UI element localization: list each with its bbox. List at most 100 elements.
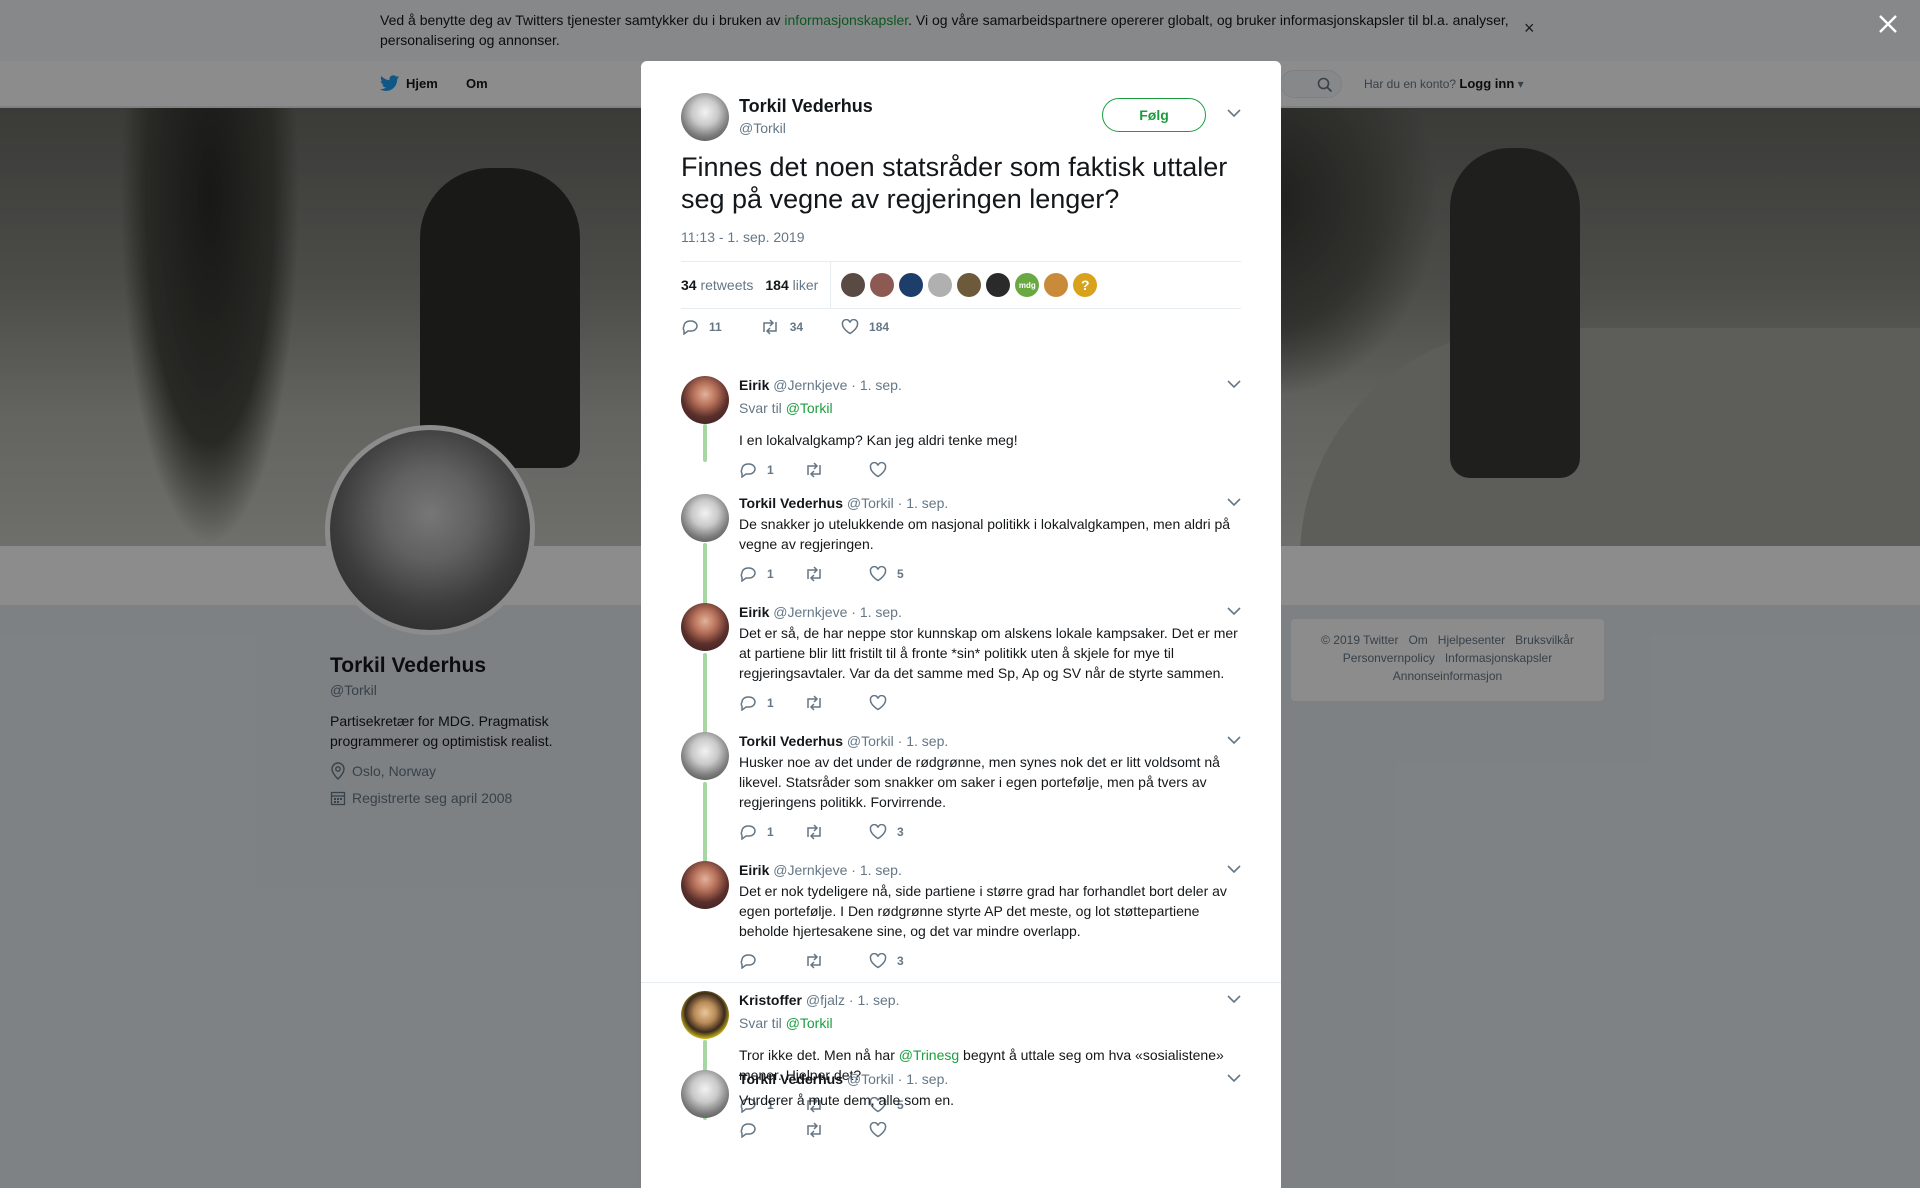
liker-avatar[interactable] bbox=[957, 273, 982, 297]
liker-avatar[interactable]: ? bbox=[1073, 273, 1098, 297]
liker-avatar[interactable] bbox=[986, 273, 1011, 297]
like-action[interactable]: 184 bbox=[841, 319, 889, 335]
like-action[interactable]: 3 bbox=[869, 824, 934, 840]
likes-stat[interactable]: 184 liker bbox=[765, 277, 818, 293]
reply-author-name[interactable]: Torkil Vederhus bbox=[739, 733, 843, 749]
liker-avatar[interactable] bbox=[899, 273, 924, 297]
reply-author-handle[interactable]: @Torkil bbox=[847, 495, 894, 511]
retweet-stat[interactable]: 34 retweets bbox=[681, 277, 753, 293]
reply-author-name[interactable]: Eirik bbox=[739, 862, 769, 878]
reply-icon bbox=[739, 566, 757, 582]
reply-to-label: Svar til bbox=[739, 1015, 782, 1031]
reply-menu-button[interactable] bbox=[1226, 993, 1242, 1005]
reply-action[interactable] bbox=[739, 953, 804, 969]
reply-actions: 1 3 bbox=[739, 824, 1239, 840]
tweet-timestamp[interactable]: 11:13 - 1. sep. 2019 bbox=[681, 229, 805, 245]
reply-date[interactable]: · 1. sep. bbox=[851, 862, 902, 878]
liker-avatar[interactable] bbox=[870, 273, 895, 297]
like-action[interactable] bbox=[869, 1122, 934, 1138]
reply-header: Eirik @Jernkjeve · 1. sep. bbox=[739, 603, 1239, 621]
retweet-icon bbox=[804, 953, 824, 969]
reply-date[interactable]: · 1. sep. bbox=[851, 377, 902, 393]
reply-author-handle[interactable]: @Torkil bbox=[847, 733, 894, 749]
mention-link[interactable]: @Trinesg bbox=[899, 1047, 959, 1063]
liker-avatar[interactable] bbox=[1044, 273, 1069, 297]
reply-to-mention[interactable]: @Torkil bbox=[786, 400, 833, 416]
reply-actions: 3 bbox=[739, 953, 1239, 969]
reply-to-mention[interactable]: @Torkil bbox=[786, 1015, 833, 1031]
thread-connector bbox=[703, 782, 707, 863]
tweet-menu-button[interactable] bbox=[1226, 107, 1242, 119]
avatar[interactable] bbox=[681, 732, 729, 780]
tweet-author-name[interactable]: Torkil Vederhus bbox=[739, 96, 873, 117]
reply-text: Det er så, de har neppe stor kunnskap om… bbox=[739, 625, 1238, 681]
conversation-divider bbox=[641, 982, 1281, 983]
tweet-author-handle[interactable]: @Torkil bbox=[739, 120, 873, 136]
reply-menu-button[interactable] bbox=[1226, 1072, 1242, 1084]
reply-author-name[interactable]: Torkil Vederhus bbox=[739, 495, 843, 511]
tweet-author[interactable]: Torkil Vederhus @Torkil bbox=[681, 93, 873, 141]
reply-author-name[interactable]: Eirik bbox=[739, 377, 769, 393]
chevron-down-icon bbox=[1226, 496, 1242, 508]
reply-action[interactable]: 1 bbox=[739, 462, 804, 478]
reply-author-name[interactable]: Torkil Vederhus bbox=[739, 1071, 843, 1087]
liker-avatar[interactable] bbox=[928, 273, 953, 297]
reply-action[interactable]: 1 bbox=[739, 695, 804, 711]
reply-menu-button[interactable] bbox=[1226, 496, 1242, 508]
reply-author-handle[interactable]: @Torkil bbox=[847, 1071, 894, 1087]
reply-menu-button[interactable] bbox=[1226, 605, 1242, 617]
retweet-action[interactable] bbox=[804, 462, 869, 478]
reply-date[interactable]: · 1. sep. bbox=[898, 1071, 949, 1087]
like-action[interactable] bbox=[869, 462, 934, 478]
reply-actions: 1 5 bbox=[739, 566, 1239, 582]
retweet-action[interactable]: 34 bbox=[760, 319, 803, 335]
tweet-stats: 34 retweets 184 liker mdg? bbox=[681, 261, 1241, 309]
retweet-stat-label: retweets bbox=[700, 277, 754, 293]
avatar[interactable] bbox=[681, 603, 729, 651]
reply-action[interactable]: 1 bbox=[739, 824, 804, 840]
retweet-action[interactable] bbox=[804, 1122, 869, 1138]
reply-author-handle[interactable]: @fjalz bbox=[806, 992, 845, 1008]
retweet-action[interactable] bbox=[804, 824, 869, 840]
reply-date[interactable]: · 1. sep. bbox=[898, 733, 949, 749]
reply-author-handle[interactable]: @Jernkjeve bbox=[773, 862, 847, 878]
follow-button[interactable]: Følg bbox=[1102, 98, 1206, 132]
reply-menu-button[interactable] bbox=[1226, 378, 1242, 390]
reply-actions bbox=[739, 1122, 1239, 1138]
avatar[interactable] bbox=[681, 93, 729, 141]
reply-icon bbox=[739, 1122, 757, 1138]
reply-date[interactable]: · 1. sep. bbox=[851, 604, 902, 620]
like-action[interactable]: 5 bbox=[869, 566, 934, 582]
close-modal-button[interactable] bbox=[1874, 10, 1902, 38]
reply-action[interactable]: 11 bbox=[681, 319, 722, 335]
avatar[interactable] bbox=[681, 1070, 729, 1118]
reply-to-line: Svar til @Torkil bbox=[739, 400, 1239, 416]
like-action[interactable] bbox=[869, 695, 934, 711]
reply-menu-button[interactable] bbox=[1226, 863, 1242, 875]
retweet-action[interactable] bbox=[804, 953, 869, 969]
retweet-icon bbox=[804, 1122, 824, 1138]
retweet-action[interactable] bbox=[804, 566, 869, 582]
reply-menu-button[interactable] bbox=[1226, 734, 1242, 746]
reply-author-name[interactable]: Kristoffer bbox=[739, 992, 802, 1008]
avatar[interactable] bbox=[681, 376, 729, 424]
reply-author-handle[interactable]: @Jernkjeve bbox=[773, 604, 847, 620]
avatar[interactable] bbox=[681, 494, 729, 542]
reply-author-handle[interactable]: @Jernkjeve bbox=[773, 377, 847, 393]
chevron-down-icon bbox=[1226, 107, 1242, 119]
thread-connector bbox=[703, 653, 707, 736]
avatar[interactable] bbox=[681, 861, 729, 909]
avatar[interactable] bbox=[681, 991, 729, 1039]
reply-date[interactable]: · 1. sep. bbox=[849, 992, 900, 1008]
like-action[interactable]: 3 bbox=[869, 953, 934, 969]
reply-text: Vurderer å mute dem, alle som en. bbox=[739, 1092, 955, 1108]
reply-action[interactable]: 1 bbox=[739, 566, 804, 582]
reply-action[interactable] bbox=[739, 1122, 804, 1138]
reply-date[interactable]: · 1. sep. bbox=[898, 495, 949, 511]
heart-icon bbox=[869, 953, 887, 969]
liker-avatar[interactable]: mdg bbox=[1015, 273, 1040, 297]
retweet-action[interactable] bbox=[804, 695, 869, 711]
liker-avatar[interactable] bbox=[841, 273, 866, 297]
reply-header: Torkil Vederhus @Torkil · 1. sep. bbox=[739, 494, 1239, 512]
reply-author-name[interactable]: Eirik bbox=[739, 604, 769, 620]
